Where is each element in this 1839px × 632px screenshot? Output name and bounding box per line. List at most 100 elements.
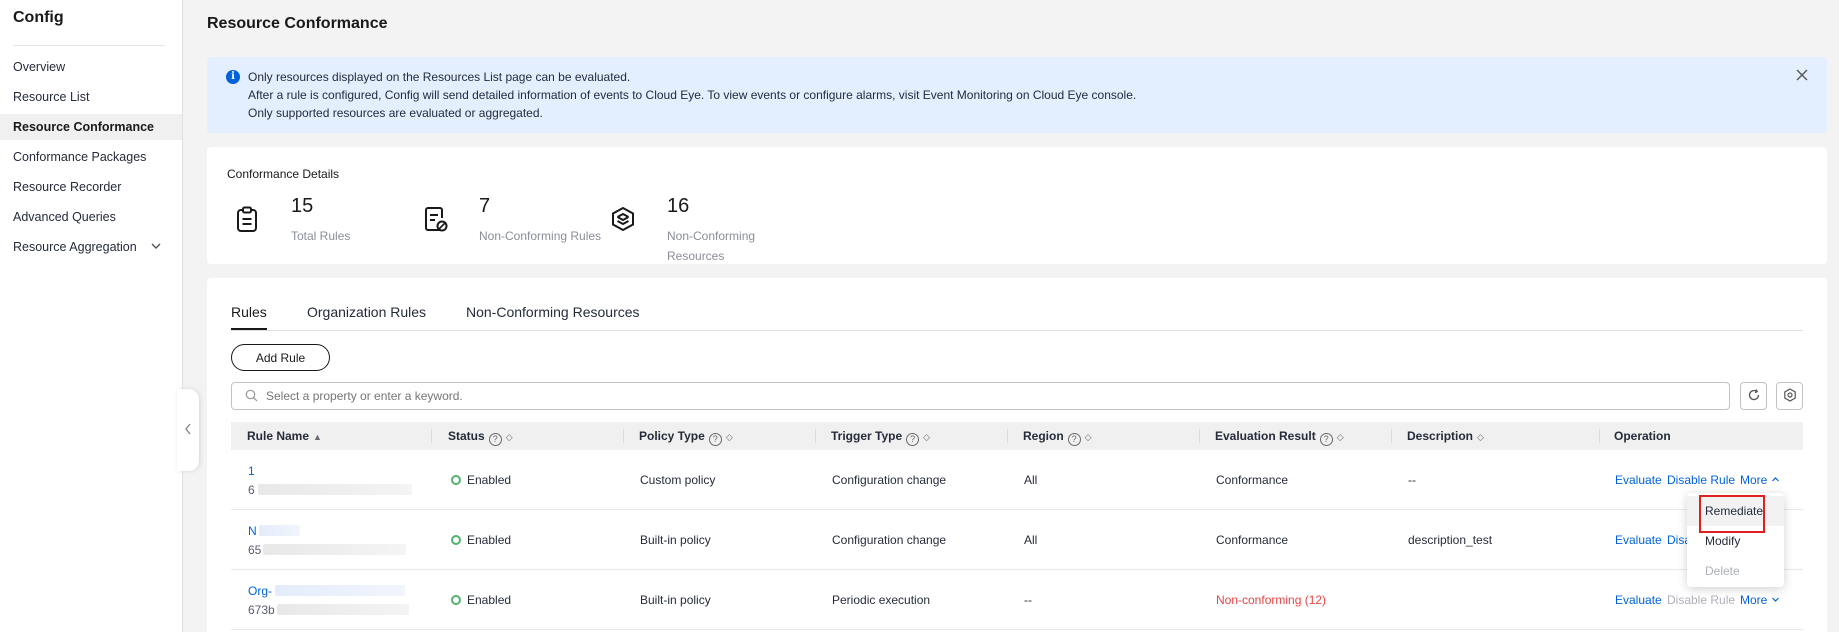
header-label: Trigger Type	[831, 429, 903, 443]
rules-card: Rules Organization Rules Non-Conforming …	[207, 278, 1827, 632]
rule-name-link[interactable]: N	[248, 524, 257, 538]
column-header-rule-name[interactable]: Rule Name ▲︎	[247, 422, 322, 450]
info-alert: i Only resources displayed on the Resour…	[207, 57, 1827, 133]
help-icon[interactable]: ?	[1319, 433, 1333, 446]
tabs-divider	[231, 330, 1803, 331]
chevron-left-icon	[183, 422, 193, 439]
sidebar-divider	[13, 45, 165, 46]
redacted-text	[277, 604, 409, 615]
settings-button[interactable]	[1776, 382, 1803, 410]
chevron-down-icon	[150, 234, 162, 270]
redacted-text	[275, 585, 405, 596]
trigger-type-cell: Configuration change	[832, 473, 947, 487]
close-icon[interactable]	[1795, 66, 1809, 87]
disable-rule-link[interactable]: Disable Rule	[1667, 473, 1735, 487]
evaluate-link[interactable]: Evaluate	[1615, 593, 1662, 607]
header-label: Policy Type	[639, 429, 705, 443]
disable-rule-link: Disable Rule	[1667, 593, 1736, 607]
column-header-trigger-type: Trigger Type? ◇	[831, 422, 930, 450]
sidebar-item-overview[interactable]: Overview	[0, 54, 182, 80]
description-cell: description_test	[1408, 533, 1493, 547]
status-enabled-icon	[451, 535, 461, 545]
sort-icon[interactable]: ▲︎	[313, 423, 322, 451]
search-box[interactable]	[231, 382, 1730, 410]
column-separator	[1007, 429, 1008, 443]
stat-label: Non-Conforming Resources	[667, 226, 755, 266]
tab-organization-rules[interactable]: Organization Rules	[307, 304, 426, 320]
status-label: Enabled	[467, 533, 512, 547]
active-tab-indicator	[231, 328, 267, 330]
stat-non-conforming-resources: 16 Non-Conforming Resources	[667, 195, 755, 266]
evaluate-link[interactable]: Evaluate	[1615, 473, 1662, 487]
search-input[interactable]	[266, 386, 1666, 406]
add-rule-button[interactable]: Add Rule	[231, 344, 330, 371]
trigger-type-cell: Periodic execution	[832, 593, 931, 607]
sort-icon[interactable]: ◇	[1477, 423, 1484, 451]
header-label: Status	[448, 429, 485, 443]
column-separator	[623, 429, 624, 443]
clipboard-icon	[233, 205, 261, 233]
sidebar-item-resource-conformance[interactable]: Resource Conformance	[0, 114, 182, 140]
rule-name-link[interactable]: Org-	[248, 584, 272, 598]
stat-value: 16	[667, 195, 690, 217]
column-header-policy-type: Policy Type? ◇	[639, 422, 733, 450]
sort-icon[interactable]: ◇	[726, 423, 733, 451]
table-header: Rule Name ▲︎ Status? ◇ Policy Type? ◇ Trigg…	[231, 422, 1803, 450]
alert-line-1: Only resources displayed on the Resource…	[248, 70, 631, 84]
redacted-text	[263, 544, 406, 555]
evaluation-result-cell: Conformance	[1216, 533, 1289, 547]
column-separator	[1391, 429, 1392, 443]
help-icon[interactable]: ?	[906, 433, 920, 446]
trigger-type-cell: Configuration change	[832, 533, 947, 547]
rule-id: 6	[248, 483, 255, 497]
sidebar-item-resource-list[interactable]: Resource List	[0, 84, 182, 110]
sidebar: Config Overview Resource List Resource C…	[0, 0, 183, 632]
evaluation-result-cell: Conformance	[1216, 473, 1289, 487]
redacted-text	[258, 484, 412, 495]
sidebar-collapse-handle[interactable]	[177, 389, 199, 471]
tab-non-conforming-resources[interactable]: Non-Conforming Resources	[466, 304, 640, 320]
help-icon[interactable]: ?	[488, 433, 502, 446]
settings-icon	[1783, 387, 1797, 405]
policy-type-cell: Custom policy	[640, 473, 716, 487]
conformance-details-card: Conformance Details 15 Total Rules 7 Non…	[207, 147, 1827, 264]
stat-non-conforming-rules: 7 Non-Conforming Rules	[479, 195, 601, 246]
table-row: Org- 673b Enabled Built-in policy Period…	[231, 570, 1803, 630]
region-cell: All	[1024, 473, 1038, 487]
sidebar-item-advanced-queries[interactable]: Advanced Queries	[0, 204, 182, 230]
column-separator	[1199, 429, 1200, 443]
description-cell: --	[1408, 473, 1416, 487]
refresh-button[interactable]	[1740, 382, 1767, 410]
refresh-icon	[1747, 388, 1761, 405]
sort-icon[interactable]: ◇	[923, 423, 930, 451]
conformance-details-title: Conformance Details	[227, 167, 340, 181]
region-cell: All	[1024, 533, 1038, 547]
stat-label: Total Rules	[291, 229, 351, 243]
help-icon[interactable]: ?	[708, 433, 722, 446]
column-header-region: Region? ◇	[1023, 422, 1092, 450]
more-link[interactable]: More	[1740, 473, 1780, 487]
sort-icon[interactable]: ◇	[1085, 423, 1092, 451]
column-header-operation: Operation	[1614, 429, 1671, 443]
sidebar-item-resource-aggregation[interactable]: Resource Aggregation	[0, 234, 182, 260]
more-label: More	[1740, 593, 1768, 607]
sidebar-item-conformance-packages[interactable]: Conformance Packages	[0, 144, 182, 170]
rule-id: 65	[248, 543, 262, 557]
help-icon[interactable]: ?	[1067, 433, 1081, 446]
chevron-down-icon	[1771, 593, 1780, 607]
column-separator	[1599, 429, 1600, 443]
sidebar-item-resource-recorder[interactable]: Resource Recorder	[0, 174, 182, 200]
rule-id: 673b	[248, 603, 275, 617]
page-title: Resource Conformance	[207, 15, 388, 32]
rule-name-link[interactable]: 1	[248, 464, 255, 478]
alert-line-3: Only supported resources are evaluated o…	[248, 106, 543, 120]
more-link[interactable]: More	[1740, 593, 1780, 607]
sort-icon[interactable]: ◇	[1337, 423, 1344, 451]
status-enabled-icon	[451, 595, 461, 605]
tab-rules[interactable]: Rules	[231, 304, 267, 320]
evaluate-link[interactable]: Evaluate	[1615, 533, 1662, 547]
info-icon: i	[226, 70, 240, 84]
sort-icon[interactable]: ◇	[506, 423, 513, 451]
stat-value: 7	[479, 195, 491, 217]
status-label: Enabled	[467, 473, 512, 487]
